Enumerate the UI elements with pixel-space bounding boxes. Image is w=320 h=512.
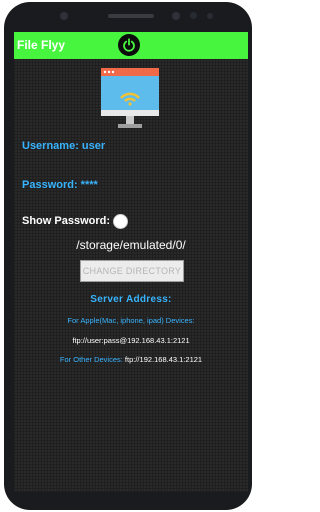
phone-frame: File Flyy Username: user Password: **** [4, 2, 252, 510]
show-password-toggle[interactable] [113, 214, 128, 229]
monitor-wifi-icon [101, 68, 159, 128]
app-title: File Flyy [17, 38, 66, 52]
sensor-left [60, 12, 68, 20]
other-devices-label: For Other Devices: [59, 355, 123, 364]
sensor-right-small [207, 13, 213, 19]
power-button[interactable] [118, 34, 140, 56]
show-password-label: Show Password: [22, 215, 111, 227]
sensor-right [190, 12, 197, 19]
apple-devices-label: For Apple(Mac, iphone, ipad) Devices: [67, 316, 195, 325]
app-screen: File Flyy Username: user Password: **** [14, 32, 248, 492]
directory-path: /storage/emulated/0/ [76, 238, 186, 252]
change-directory-button[interactable]: CHANGE DIRECTORY [80, 260, 184, 282]
server-address-label: Server Address: [90, 294, 172, 305]
other-ftp-url: ftp://192.168.43.1:2121 [122, 355, 203, 364]
front-camera [172, 12, 180, 20]
password-text: Password: **** [22, 179, 98, 191]
apple-ftp-url: ftp://user:pass@192.168.43.1:2121 [72, 336, 190, 345]
username-text: Username: user [22, 140, 106, 152]
app-bar: File Flyy [14, 32, 248, 59]
other-devices-line: For Other Devices: ftp://192.168.43.1:21… [14, 355, 248, 364]
power-icon [123, 38, 135, 52]
earpiece [108, 14, 154, 18]
